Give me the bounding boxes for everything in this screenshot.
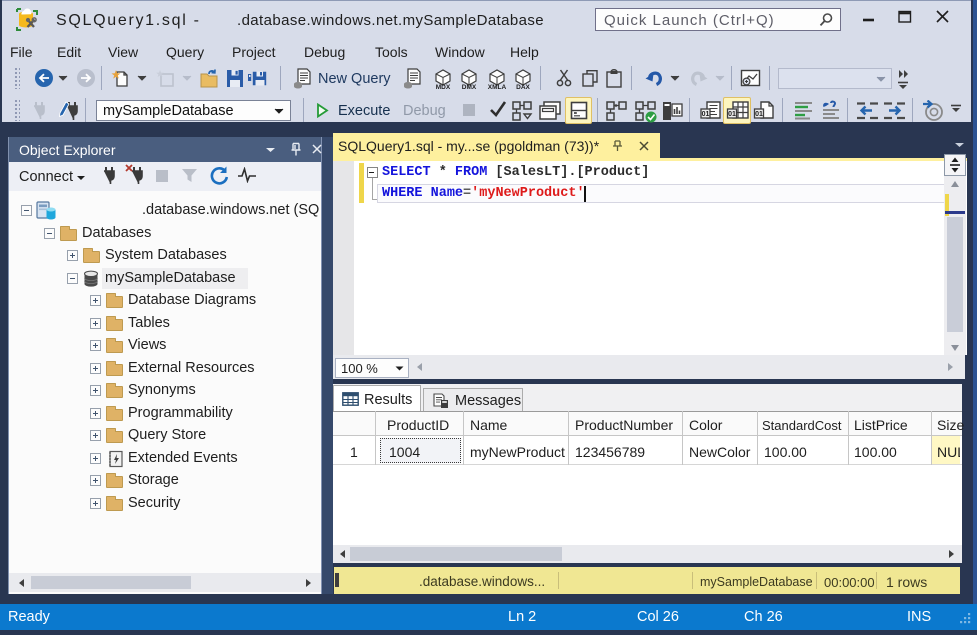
svg-text:01: 01 [728,111,736,118]
svg-text:XMLA: XMLA [488,84,507,90]
svg-text:DAX: DAX [516,84,530,90]
svg-text:MDX: MDX [436,84,451,90]
svg-text:01: 01 [755,111,763,118]
svg-text:01: 01 [702,111,710,118]
svg-text:DMX: DMX [462,84,477,90]
